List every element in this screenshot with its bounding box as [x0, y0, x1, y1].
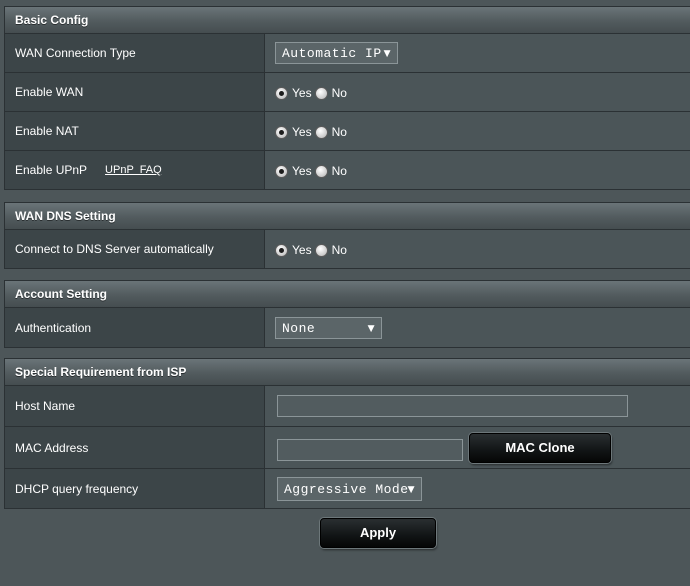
auth-select[interactable]: None ▼ — [275, 316, 382, 339]
host-name-label: Host Name — [5, 386, 265, 426]
wan-type-select[interactable]: Automatic IP ▼ — [275, 42, 398, 64]
dns-auto-label: Connect to DNS Server automatically — [5, 230, 265, 268]
mac-address-row: MAC Address MAC Clone — [5, 426, 690, 468]
enable-nat-label: Enable NAT — [5, 112, 265, 150]
dhcp-query-select[interactable]: Aggressive Mode ▼ — [277, 476, 422, 501]
wan-dns-section: WAN DNS Setting Connect to DNS Server au… — [4, 202, 690, 269]
host-name-row: Host Name — [5, 386, 690, 426]
host-name-input[interactable] — [277, 395, 628, 417]
wan-dns-header: WAN DNS Setting — [5, 203, 690, 230]
isp-header: Special Requirement from ISP — [5, 359, 690, 386]
dns-auto-yes-radio[interactable] — [275, 243, 288, 257]
chevron-down-icon: ▼ — [383, 49, 391, 59]
isp-section: Special Requirement from ISP Host Name M… — [4, 358, 690, 509]
enable-wan-yes-radio[interactable] — [275, 86, 288, 100]
chevron-down-icon: ▼ — [367, 323, 375, 334]
mac-clone-button[interactable]: MAC Clone — [469, 432, 611, 463]
auth-label: Authentication — [5, 308, 265, 347]
no-label: No — [331, 86, 347, 100]
yes-label: Yes — [292, 125, 312, 139]
account-header: Account Setting — [5, 281, 690, 308]
enable-nat-no-radio[interactable] — [314, 125, 328, 139]
enable-wan-no-radio[interactable] — [314, 86, 328, 100]
basic-config-section: Basic Config WAN Connection Type Automat… — [4, 6, 690, 190]
enable-wan-row: Enable WAN Yes No — [5, 72, 690, 111]
no-label: No — [331, 164, 347, 178]
enable-wan-label: Enable WAN — [5, 73, 265, 111]
enable-upnp-label-cell: Enable UPnP UPnP FAQ — [5, 151, 265, 189]
dhcp-query-label: DHCP query frequency — [5, 469, 265, 508]
auth-value: None — [282, 320, 316, 336]
wan-type-value: Automatic IP — [282, 46, 382, 61]
enable-nat-radios: Yes No — [275, 125, 350, 139]
mac-address-input[interactable] — [277, 438, 463, 461]
yes-label: Yes — [292, 164, 312, 178]
basic-config-header: Basic Config — [5, 7, 690, 34]
apply-button[interactable]: Apply — [320, 518, 436, 548]
yes-label: Yes — [292, 86, 312, 100]
account-section: Account Setting Authentication None ▼ — [4, 280, 690, 348]
enable-wan-radios: Yes No — [275, 86, 350, 100]
yes-label: Yes — [292, 243, 312, 257]
wan-type-row: WAN Connection Type Automatic IP ▼ — [5, 34, 690, 72]
enable-upnp-label: Enable UPnP — [15, 163, 88, 177]
dhcp-query-value: Aggressive Mode — [284, 481, 409, 497]
dns-auto-row: Connect to DNS Server automatically Yes … — [5, 230, 690, 268]
upnp-faq-link[interactable]: UPnP FAQ — [105, 164, 162, 176]
chevron-down-icon: ▼ — [407, 484, 415, 495]
enable-nat-yes-radio[interactable] — [275, 125, 288, 139]
enable-upnp-no-radio[interactable] — [314, 164, 328, 178]
wan-type-label: WAN Connection Type — [5, 34, 265, 72]
enable-upnp-radios: Yes No — [275, 164, 350, 178]
dns-auto-radios: Yes No — [275, 243, 350, 257]
mac-address-label: MAC Address — [5, 427, 265, 468]
enable-upnp-yes-radio[interactable] — [275, 164, 288, 178]
enable-upnp-row: Enable UPnP UPnP FAQ Yes No — [5, 150, 690, 189]
no-label: No — [331, 243, 347, 257]
no-label: No — [331, 125, 347, 139]
dhcp-query-row: DHCP query frequency Aggressive Mode ▼ — [5, 468, 690, 508]
dns-auto-no-radio[interactable] — [314, 243, 328, 257]
enable-nat-row: Enable NAT Yes No — [5, 111, 690, 150]
auth-row: Authentication None ▼ — [5, 308, 690, 347]
